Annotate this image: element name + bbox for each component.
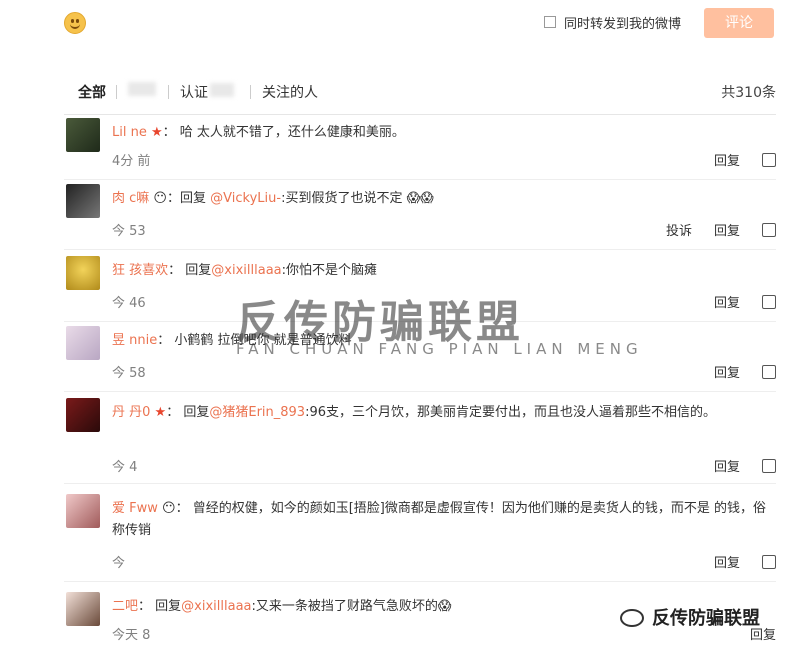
comment-body: 狂 孩喜欢： 回复@xixilllaaa:你怕不是个脑瘫	[112, 263, 378, 278]
reply-button[interactable]: 回复	[714, 154, 740, 169]
reply-button[interactable]: 回复	[714, 296, 740, 311]
comment-item: 丹 丹0 ★： 回复@猪猪Erin_893:96支，三个月饮，那美丽肯定要付出，…	[64, 398, 776, 484]
composer-bar: 同时转发到我的微博 评论	[0, 0, 800, 48]
avatar[interactable]	[66, 118, 100, 152]
wechat-account-mark: 反传防骗联盟	[620, 604, 760, 630]
avatar[interactable]	[66, 326, 100, 360]
tab-all[interactable]: 全部	[78, 82, 106, 102]
thumbs-up-icon[interactable]	[762, 459, 776, 473]
comment-text: :买到假货了也说不定	[281, 191, 403, 206]
reply-prefix: 回复	[155, 599, 182, 614]
wechat-icon	[620, 609, 644, 627]
thumbs-up-icon[interactable]	[762, 295, 776, 309]
comment-time: 今 53	[112, 224, 146, 239]
comment-time: 4分 前	[112, 154, 151, 169]
emoji-icon: 😶	[162, 501, 176, 516]
comment-actions: 投诉 回复	[644, 220, 776, 239]
comment-count: 共310条	[721, 85, 776, 101]
commenter-name[interactable]: 二吧	[112, 599, 138, 614]
comment-actions: 回复	[692, 552, 776, 571]
comment-body: 爱 Fww 😶： 曾经的权健，如今的颜如玉[捂脸]微商都是虚假宣传！因为他们赚的…	[112, 501, 766, 538]
avatar[interactable]	[66, 256, 100, 290]
reply-button[interactable]: 回复	[750, 628, 776, 643]
emoji-icon: 😶	[153, 191, 167, 206]
reply-button[interactable]: 回复	[714, 224, 740, 239]
comment-text: 曾经的权健，如今的颜如玉[捂脸]微商都是虚假宣传！因为他们赚的是卖货人的钱，而不…	[112, 501, 766, 538]
tab-following[interactable]: 关注的人	[262, 82, 318, 102]
avatar[interactable]	[66, 398, 100, 432]
mention-link[interactable]: @猪猪Erin_893	[209, 405, 305, 420]
commenter-name[interactable]: 肉 c嘛	[112, 191, 149, 206]
comment-body: 丹 丹0 ★： 回复@猪猪Erin_893:96支，三个月饮，那美丽肯定要付出，…	[112, 405, 717, 420]
comment-submit-button[interactable]: 评论	[704, 8, 774, 38]
comment-time: 今 4	[112, 460, 138, 475]
repost-label: 同时转发到我的微博	[564, 17, 682, 32]
comment-filter-bar: 全部 认证 关注的人 共310条	[64, 70, 776, 115]
comment-text: :又来一条被挡了财路气急败坏的	[251, 599, 438, 614]
commenter-name[interactable]: 昱 nnie	[112, 333, 157, 348]
reply-prefix: 回复	[183, 405, 210, 420]
mention-link[interactable]: @xixilllaaa	[211, 263, 281, 278]
mention-link[interactable]: @VickyLiu-	[210, 191, 281, 206]
commenter-name[interactable]: Lil ne	[112, 125, 147, 140]
account-name: 反传防骗联盟	[652, 608, 760, 629]
commenter-name[interactable]: 狂 孩喜欢	[112, 263, 168, 278]
watermark-subtitle: FAN CHUAN FANG PIAN LIAN MENG	[236, 340, 643, 358]
comment-body: 肉 c嘛 😶：回复 @VickyLiu-:买到假货了也说不定 😱😱	[112, 191, 434, 206]
reply-button[interactable]: 回复	[714, 556, 740, 571]
comment-time: 今	[112, 556, 126, 571]
reply-button[interactable]: 回复	[714, 460, 740, 475]
comment-text: :96支，三个月饮，那美丽肯定要付出，而且也没人逼着那些不相信的。	[305, 405, 717, 420]
comment-item: Lil ne ★： 哈 太人就不错了，还什么健康和美丽。 4分 前 回复	[64, 118, 776, 180]
commenter-name[interactable]: 丹 丹0	[112, 405, 150, 420]
reply-prefix: 回复	[185, 263, 212, 278]
avatar[interactable]	[66, 184, 100, 218]
avatar[interactable]	[66, 494, 100, 528]
star-badge-icon: ★	[154, 405, 167, 420]
comment-actions: 回复	[692, 292, 776, 311]
comment-actions: 回复	[692, 456, 776, 475]
tab-verified[interactable]: 认证	[180, 82, 234, 102]
thumbs-up-icon[interactable]	[762, 555, 776, 569]
comment-time: 今天 8	[112, 628, 151, 643]
thumbs-up-icon[interactable]	[762, 223, 776, 237]
comment-body: Lil ne ★： 哈 太人就不错了，还什么健康和美丽。	[112, 125, 405, 140]
comment-time: 今 46	[112, 296, 146, 311]
commenter-name[interactable]: 爱 Fww	[112, 501, 158, 516]
report-button[interactable]: 投诉	[666, 224, 692, 239]
emoji-icon: 😱	[437, 599, 452, 614]
emoji-icon[interactable]	[64, 12, 86, 34]
tab-blurred[interactable]	[128, 82, 156, 100]
thumbs-up-icon[interactable]	[762, 365, 776, 379]
avatar[interactable]	[66, 592, 100, 626]
mention-link[interactable]: @xixilllaaa	[181, 599, 251, 614]
reply-button[interactable]: 回复	[714, 366, 740, 381]
repost-checkbox[interactable]	[544, 16, 556, 28]
star-badge-icon: ★	[150, 125, 163, 140]
comment-item: 肉 c嘛 😶：回复 @VickyLiu-:买到假货了也说不定 😱😱 今 53 投…	[64, 184, 776, 250]
comment-item: 爱 Fww 😶： 曾经的权健，如今的颜如玉[捂脸]微商都是虚假宣传！因为他们赚的…	[64, 494, 776, 582]
comment-text: :你怕不是个脑瘫	[281, 263, 378, 278]
emoji-icon: 😱😱	[406, 191, 434, 206]
comment-actions: 回复	[692, 362, 776, 381]
comment-time: 今 58	[112, 366, 146, 381]
divider	[250, 85, 251, 99]
divider	[116, 85, 117, 99]
divider	[168, 85, 169, 99]
thumbs-up-icon[interactable]	[762, 153, 776, 167]
comment-text: 哈 太人就不错了，还什么健康和美丽。	[179, 125, 405, 140]
comment-actions: 回复	[692, 150, 776, 169]
